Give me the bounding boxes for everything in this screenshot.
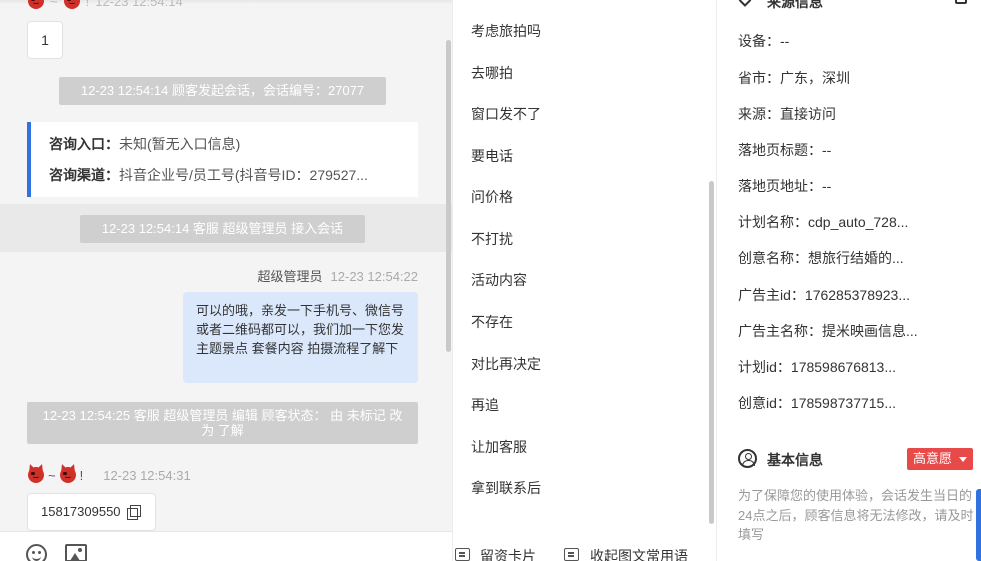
customer-message-bubble: 1 [27, 21, 63, 59]
customer-phone-text: 15817309550 [41, 504, 121, 519]
field-value: 广东，深圳 [780, 70, 850, 86]
user-icon [738, 449, 757, 468]
field-label: 创意id： [738, 395, 791, 411]
source-field-plan-name: 计划名称：cdp_auto_728... [738, 212, 908, 232]
source-field-creative-name: 创意名称：想旅行结婚的... [738, 248, 904, 268]
intent-level-label: 高意愿 [913, 451, 953, 466]
devil-emoji-icon [28, 467, 44, 483]
field-label: 计划名称： [738, 214, 808, 230]
customer-info-panel: 来源信息 设备：-- 省市：广东，深圳 来源：直接访问 落地页标题：-- 落地页… [716, 0, 981, 561]
field-value: 176285378923... [804, 287, 911, 303]
agent-message-meta: 超级管理员 12-23 12:54:22 [258, 266, 418, 285]
chat-input-toolbar [0, 531, 452, 561]
phrase-item[interactable]: 去哪拍 [471, 63, 513, 83]
field-value: 想旅行结婚的... [808, 250, 904, 266]
lead-card-button[interactable]: 留资卡片 [480, 546, 536, 561]
phrases-toolbar: 留资卡片 收起图文常用语 [453, 540, 717, 561]
phrase-item[interactable]: 活动内容 [471, 270, 527, 290]
customer-message-meta: ~ ! 12-23 12:54:31 [28, 467, 191, 483]
field-label: 落地页标题： [738, 142, 822, 158]
emoji-icon[interactable] [26, 544, 47, 561]
phrase-item[interactable]: 窗口发不了 [471, 104, 541, 124]
phrase-item[interactable]: 问价格 [471, 187, 513, 207]
consult-channel-value: 抖音企业号/员工号(抖音号ID：279527... [119, 167, 368, 183]
chat-scrollbar[interactable] [446, 40, 451, 352]
source-field-creative-id: 创意id：178598737715... [738, 393, 896, 413]
source-field-landing-title: 落地页标题：-- [738, 140, 831, 160]
system-notice-session-start: 12-23 12:54:14 顾客发起会话，会话编号：27077 [59, 77, 386, 105]
devil-emoji-icon [63, 0, 80, 9]
phrase-item[interactable]: 不存在 [471, 312, 513, 332]
customer-name-exclaim: ! [79, 467, 84, 483]
field-label: 来源： [738, 106, 780, 122]
field-value: 直接访问 [780, 106, 836, 122]
field-label: 落地页地址： [738, 178, 822, 194]
previous-message-header: ~ ! 12-23 12:54:14 [28, 0, 183, 9]
phrase-item[interactable]: 再追 [471, 395, 499, 415]
agent-message-time: 12-23 12:54:22 [330, 269, 418, 284]
consult-entry-label: 咨询入口： [49, 136, 119, 152]
field-label: 创意名称： [738, 250, 808, 266]
header-separator: ~ [50, 0, 58, 9]
phrase-item[interactable]: 要电话 [471, 146, 513, 166]
caret-down-icon [959, 457, 967, 462]
source-field-advertiser-name: 广告主名称：提米映画信息... [738, 321, 918, 341]
chat-panel: ~ ! 12-23 12:54:14 1 12-23 12:54:14 顾客发起… [0, 0, 452, 561]
app-window: ~ ! 12-23 12:54:14 1 12-23 12:54:14 顾客发起… [0, 0, 981, 561]
source-field-landing-url: 落地页地址：-- [738, 176, 831, 196]
field-value: -- [822, 178, 832, 194]
field-label: 省市： [738, 70, 780, 86]
consult-entry-row: 咨询入口：未知(暂无入口信息) [49, 132, 418, 163]
field-value: 178598737715... [790, 395, 897, 411]
quick-phrases-panel: 考虑旅拍吗 去哪拍 窗口发不了 要电话 问价格 不打扰 活动内容 不存在 对比再… [452, 0, 716, 561]
field-value: cdp_auto_728... [808, 214, 909, 230]
system-notice-status-edit: 12-23 12:54:25 客服 超级管理员 编辑 顾客状态： 由 未标记 改… [27, 402, 418, 444]
field-value: -- [822, 142, 832, 158]
consult-entry-value: 未知(暂无入口信息) [119, 136, 241, 152]
basic-info-title: 基本信息 [767, 452, 823, 468]
source-info-title: 来源信息 [767, 0, 823, 10]
collapse-phrases-button[interactable]: 收起图文常用语 [590, 546, 688, 561]
agent-name: 超级管理员 [257, 269, 323, 284]
field-value: 178598676813... [790, 359, 897, 375]
location-pin-icon [735, 0, 755, 7]
source-field-city: 省市：广东，深圳 [738, 68, 850, 88]
collapse-phrases-icon[interactable] [564, 548, 579, 561]
copy-icon[interactable] [127, 505, 141, 520]
edit-icon[interactable] [955, 0, 967, 4]
header-time: 12-23 12:54:14 [95, 0, 183, 9]
devil-emoji-icon [59, 467, 76, 483]
edge-scroll-indicator[interactable] [976, 489, 981, 561]
source-field-origin: 来源：直接访问 [738, 104, 836, 124]
header-exclaim: ! [85, 0, 90, 9]
phrase-item[interactable]: 让加客服 [471, 437, 527, 457]
source-field-device: 设备：-- [738, 31, 789, 51]
phrases-scrollbar[interactable] [709, 181, 714, 524]
phrase-item[interactable]: 考虑旅拍吗 [471, 21, 541, 41]
system-notice-agent-join: 12-23 12:54:14 客服 超级管理员 接入会话 [80, 215, 365, 243]
customer-message-time: 12-23 12:54:31 [103, 467, 191, 483]
phrase-item[interactable]: 不打扰 [471, 229, 513, 249]
edit-deadline-notice: 为了保障您的使用体验，会话发生当日的24点之后，顾客信息将无法修改，请及时填写 [738, 488, 974, 542]
customer-phone-bubble: 15817309550 [27, 493, 156, 531]
phrase-item[interactable]: 拿到联系后 [471, 478, 541, 498]
image-icon[interactable] [65, 544, 87, 561]
consult-channel-row: 咨询渠道：抖音企业号/员工号(抖音号ID：279527... [49, 163, 418, 194]
intent-level-dropdown[interactable]: 高意愿 [907, 448, 973, 470]
field-value: -- [780, 33, 790, 49]
lead-card-icon[interactable] [455, 548, 470, 561]
field-label: 设备： [738, 33, 780, 49]
field-label: 广告主id： [738, 287, 805, 303]
agent-message-bubble: 可以的哦，亲发一下手机号、微信号或者二维码都可以，我们加一下您发主题景点 套餐内… [183, 292, 418, 383]
phrase-item[interactable]: 对比再决定 [471, 354, 541, 374]
source-field-advertiser-id: 广告主id：176285378923... [738, 285, 910, 305]
source-field-plan-id: 计划id：178598676813... [738, 357, 896, 377]
field-label: 广告主名称： [738, 323, 822, 339]
customer-name-separator: ~ [48, 467, 56, 483]
field-label: 计划id： [738, 359, 791, 375]
consult-channel-label: 咨询渠道： [49, 167, 119, 183]
consult-info-card: 咨询入口：未知(暂无入口信息) 咨询渠道：抖音企业号/员工号(抖音号ID：279… [27, 122, 418, 197]
devil-emoji-icon [28, 0, 44, 9]
field-value: 提米映画信息... [822, 323, 918, 339]
